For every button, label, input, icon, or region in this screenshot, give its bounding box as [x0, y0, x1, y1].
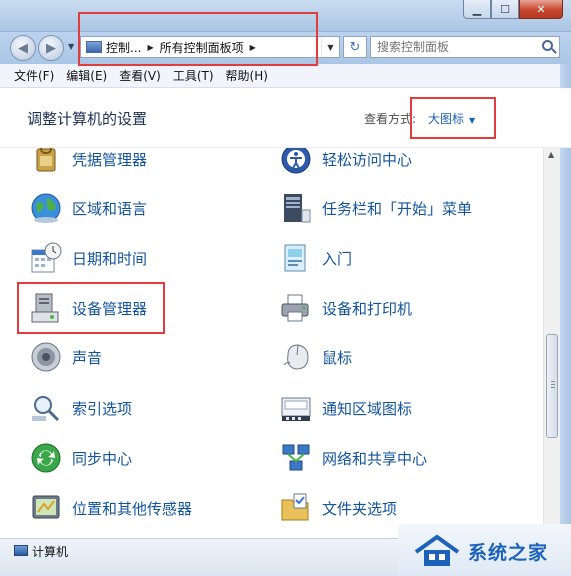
item-label: 声音 [72, 348, 103, 367]
breadcrumb-all-items[interactable]: 所有控制面板项 [160, 39, 244, 56]
window-controls: ▁ ☐ ✕ [463, 0, 563, 19]
breadcrumb-control-panel[interactable]: 控制... [106, 39, 141, 56]
house-logo-icon [414, 534, 460, 566]
location-sensor-icon [32, 495, 60, 519]
item-indexing-options[interactable]: 索引选项 [30, 388, 132, 428]
menu-help[interactable]: 帮助(H) [226, 67, 268, 84]
item-label: 凭据管理器 [72, 150, 148, 169]
scroll-up-icon[interactable]: ▲ [548, 150, 554, 159]
view-by-value: 大图标 [428, 112, 465, 126]
item-network-sharing-center[interactable]: 网络和共享中心 [280, 438, 427, 478]
item-taskbar-start-menu[interactable]: 任务栏和「开始」菜单 [280, 188, 472, 228]
item-label: 鼠标 [322, 348, 353, 367]
address-bar[interactable]: 控制... ▶ 所有控制面板项 ▶ ▼ [80, 36, 340, 58]
vertical-scrollbar[interactable]: ▲ ▼ [543, 148, 560, 538]
item-sound[interactable]: 声音 [30, 337, 102, 377]
view-by-label: 查看方式: [364, 112, 417, 126]
sync-icon [31, 443, 61, 473]
grip-line [551, 381, 555, 382]
item-getting-started[interactable]: 入门 [280, 238, 352, 278]
taskbar-icon [284, 194, 311, 223]
item-label: 轻松访问中心 [322, 150, 413, 169]
item-label: 网络和共享中心 [322, 449, 428, 468]
item-label: 索引选项 [72, 399, 133, 418]
back-button[interactable]: ◀ [10, 35, 36, 61]
item-label: 入门 [322, 249, 353, 268]
address-dropdown-button[interactable]: ▼ [321, 37, 339, 57]
forward-arrow-icon: ▶ [46, 40, 56, 56]
grip-line [551, 384, 555, 385]
mouse-icon [283, 344, 309, 370]
maximize-button[interactable]: ☐ [491, 0, 519, 19]
watermark-text: 系统之家 [468, 542, 549, 564]
item-sync-center[interactable]: 同步中心 [30, 438, 132, 478]
breadcrumb-separator-icon[interactable]: ▶ [250, 43, 256, 52]
control-panel-icon [86, 41, 102, 53]
breadcrumb-separator-icon[interactable]: ▶ [147, 43, 153, 52]
close-button[interactable]: ✕ [519, 0, 563, 19]
title-bar: ▁ ☐ ✕ [0, 0, 571, 32]
item-device-manager[interactable]: 设备管理器 [30, 288, 147, 328]
menu-bar: 文件(F) 编辑(E) 查看(V) 工具(T) 帮助(H) [0, 64, 571, 88]
item-label: 区域和语言 [72, 199, 148, 218]
refresh-icon: ↻ [349, 39, 361, 55]
computer-icon [14, 545, 28, 556]
item-date-time[interactable]: 日期和时间 [30, 238, 147, 278]
item-label: 设备管理器 [72, 299, 148, 318]
refresh-button[interactable]: ↻ [343, 36, 367, 58]
control-panel-items: 凭据管理器 轻松访问中心 区域和语言 任务栏和「开始」菜单 日期和时间 入门 设… [0, 148, 543, 538]
watermark: 系统之家 [398, 524, 571, 576]
item-notification-area-icons[interactable]: 通知区域图标 [280, 388, 412, 428]
search-icon[interactable] [542, 40, 553, 51]
indexing-icon [32, 396, 60, 422]
item-label: 位置和其他传感器 [72, 499, 193, 518]
content-header: 调整计算机的设置 查看方式: 大图标 ▼ [0, 88, 571, 148]
item-region-language[interactable]: 区域和语言 [30, 188, 147, 228]
status-text: 计算机 [32, 545, 69, 559]
item-label: 设备和打印机 [322, 299, 413, 318]
printer-icon [281, 294, 309, 322]
chevron-down-icon: ▼ [469, 116, 476, 125]
item-credential-manager[interactable]: 凭据管理器 [30, 148, 147, 179]
view-by-dropdown[interactable]: 大图标 ▼ [428, 110, 475, 127]
item-mouse[interactable]: 鼠标 [280, 337, 352, 377]
recent-pages-dropdown[interactable]: ▼ [68, 42, 74, 51]
item-location-sensors[interactable]: 位置和其他传感器 [30, 488, 192, 528]
grip-line [551, 387, 555, 388]
menu-view[interactable]: 查看(V) [119, 67, 161, 84]
globe-icon [31, 193, 61, 223]
getting-started-icon [284, 244, 306, 272]
breadcrumb: 控制... ▶ 所有控制面板项 ▶ [106, 39, 262, 56]
device-manager-icon [31, 293, 59, 323]
ease-of-access-icon [281, 148, 311, 174]
minimize-button[interactable]: ▁ [463, 0, 491, 19]
calendar-clock-icon [31, 242, 62, 273]
menu-tools[interactable]: 工具(T) [173, 67, 214, 84]
speaker-icon [31, 342, 61, 372]
forward-button[interactable]: ▶ [38, 35, 64, 61]
item-folder-options[interactable]: 文件夹选项 [280, 488, 397, 528]
menu-edit[interactable]: 编辑(E) [66, 67, 107, 84]
back-arrow-icon: ◀ [18, 40, 28, 56]
menu-file[interactable]: 文件(F) [14, 67, 54, 84]
search-input[interactable] [377, 40, 527, 54]
scrollbar-thumb[interactable] [546, 334, 558, 438]
item-ease-of-access[interactable]: 轻松访问中心 [280, 148, 412, 179]
item-label: 任务栏和「开始」菜单 [322, 199, 473, 218]
network-icon [282, 444, 310, 471]
notification-icon [281, 397, 311, 421]
page-title: 调整计算机的设置 [27, 110, 148, 128]
item-label: 文件夹选项 [322, 499, 398, 518]
folder-options-icon [281, 493, 309, 521]
search-box [370, 36, 560, 58]
credential-manager-icon [36, 148, 56, 172]
item-label: 日期和时间 [72, 249, 148, 268]
item-label: 通知区域图标 [322, 399, 413, 418]
item-devices-printers[interactable]: 设备和打印机 [280, 288, 412, 328]
item-label: 同步中心 [72, 449, 133, 468]
